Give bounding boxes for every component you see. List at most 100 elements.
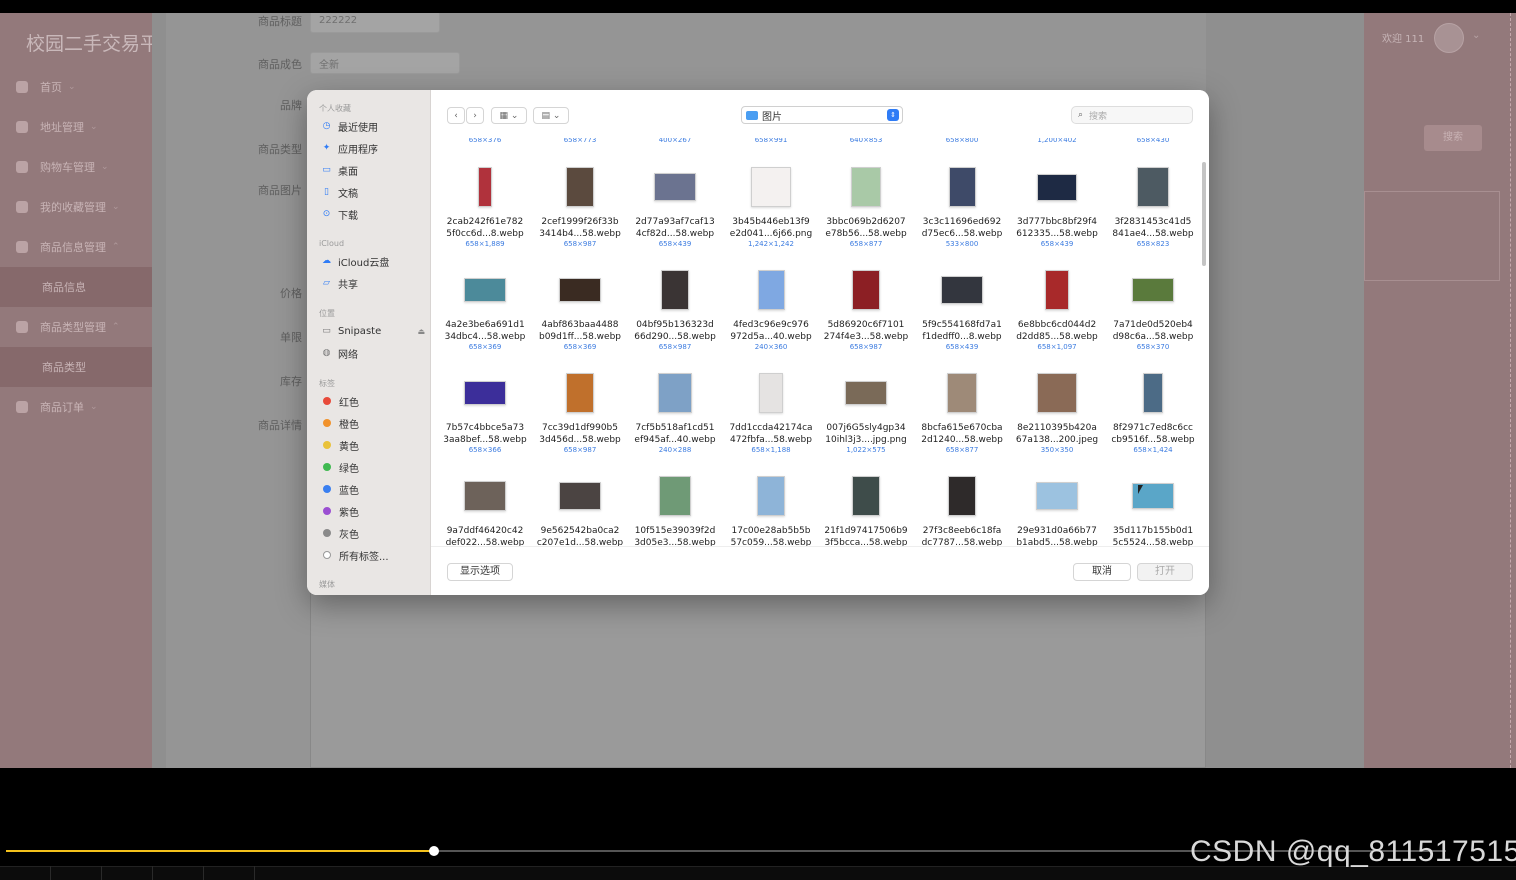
- form-label: 品牌: [280, 99, 302, 112]
- file-item[interactable]: 7a71de0d520eb4 d98c6a...58.webp 658×370: [1105, 265, 1201, 365]
- search-button[interactable]: 搜索: [1424, 125, 1482, 151]
- file-item[interactable]: 3b45b446eb13f9 e2d041...6j66.png 1,242×1,2…: [723, 162, 819, 262]
- file-thumbnail: [1105, 368, 1201, 418]
- sidebar-tag-orange[interactable]: 橙色: [321, 415, 425, 431]
- file-item[interactable]: 7cc39d1df990b5 3d456d...58.webp 658×987: [532, 368, 628, 468]
- file-item[interactable]: 8bcfa615e670cba 2d1240...58.webp 658×877: [914, 368, 1010, 468]
- file-thumbnail: [723, 368, 819, 418]
- sidebar-item-desktop[interactable]: ▭ 桌面: [321, 162, 425, 178]
- nav-subitem-goods-info[interactable]: 商品信息: [0, 267, 152, 307]
- nav-item-favorites[interactable]: 我的收藏管理 ⌄: [0, 187, 152, 227]
- file-name: 04bf95b136323d 66d290...58.webp: [627, 319, 723, 343]
- eject-icon[interactable]: ⏏: [417, 327, 425, 336]
- file-item[interactable]: 2d77a93af7caf13 4cf82d...58.webp 658×439: [627, 162, 723, 262]
- sidebar-tag-all[interactable]: 所有标签...: [321, 547, 425, 563]
- file-name: 3bbc069b2d6207 e78b56...58.webp: [818, 216, 914, 240]
- file-item[interactable]: 4abf863baa4488 b09d1ff...58.webp 658×369: [532, 265, 628, 365]
- nav-item-address[interactable]: 地址管理 ⌄: [0, 107, 152, 147]
- nav-item-goods-type[interactable]: 商品类型管理 ⌃: [0, 307, 152, 347]
- file-item[interactable]: 7b57c4bbce5a73 3aa8bef...58.webp 658×366: [437, 368, 533, 468]
- file-item[interactable]: 4a2e3be6a691d1 34dbc4...58.webp 658×369: [437, 265, 533, 365]
- nav-item-goods-info[interactable]: 商品信息管理 ⌃: [0, 227, 152, 267]
- sidebar-tag-gray[interactable]: 灰色: [321, 525, 425, 541]
- sidebar-tag-yellow[interactable]: 黄色: [321, 437, 425, 453]
- sidebar-item-snipaste[interactable]: ▭ Snipaste ⏏: [321, 323, 425, 339]
- show-options-button[interactable]: 显示选项: [447, 563, 513, 581]
- image-thumbnail-icon: [658, 373, 692, 413]
- file-item[interactable]: 007j6G5sly4gp34 10ihl3j3....jpg.png 1,022×…: [818, 368, 914, 468]
- file-name: 27f3c8eeb6c18fa dc7787...58.webp: [914, 525, 1010, 546]
- image-thumbnail-icon: [948, 167, 976, 207]
- location-popup[interactable]: 图片 ⇕: [741, 106, 903, 124]
- file-item[interactable]: 29e931d0a66b77 b1abd5...58.webp: [1009, 471, 1105, 546]
- nav-item-cart[interactable]: 购物车管理 ⌄: [0, 147, 152, 187]
- file-item[interactable]: 6e8bbc6cd044d2 d2dd85...58.webp 658×1,097: [1009, 265, 1105, 365]
- file-item[interactable]: 27f3c8eeb6c18fa dc7787...58.webp: [914, 471, 1010, 546]
- file-item[interactable]: 5f9c554168fd7a1 f1dedff0...8.webp 658×439: [914, 265, 1010, 365]
- sidebar-tag-green[interactable]: 绿色: [321, 459, 425, 475]
- sidebar-item-documents[interactable]: ▯ 文稿: [321, 184, 425, 200]
- chevron-down-icon[interactable]: ⌄: [1472, 30, 1480, 41]
- sidebar-item-recents[interactable]: ◷ 最近使用: [321, 118, 425, 134]
- sidebar-item-downloads[interactable]: ⊙ 下载: [321, 206, 425, 222]
- file-name: 2cab242f61e782 5f0cc6d...8.webp: [437, 216, 533, 240]
- file-item[interactable]: 3f2831453c41d5 841ae4...58.webp 658×823: [1105, 162, 1201, 262]
- file-item[interactable]: 2cab242f61e782 5f0cc6d...8.webp 658×1,889: [437, 162, 533, 262]
- chevron-down-icon: ⌄: [101, 162, 109, 172]
- file-item[interactable]: 3c3c11696ed692 d75ec6...58.webp 533×800: [914, 162, 1010, 262]
- sidebar-item-label: 下载: [338, 210, 358, 222]
- file-thumbnail: [818, 162, 914, 212]
- nav-item-orders[interactable]: 商品订单 ⌄: [0, 387, 152, 427]
- file-item[interactable]: 04bf95b136323d 66d290...58.webp 658×987: [627, 265, 723, 365]
- scrollbar[interactable]: [1202, 162, 1206, 266]
- nav-label: 首页: [40, 81, 62, 94]
- nav-item-home[interactable]: 首页 ⌄: [0, 67, 152, 107]
- file-item[interactable]: 8f2971c7ed8c6cc cb9516f...58.webp 658×1,42…: [1105, 368, 1201, 468]
- avatar[interactable]: [1434, 23, 1464, 53]
- nav-label: 商品信息: [42, 281, 86, 294]
- file-item[interactable]: 3bbc069b2d6207 e78b56...58.webp 658×877: [818, 162, 914, 262]
- file-item[interactable]: 2cef1999f26f33b 3414b4...58.webp 658×987: [532, 162, 628, 262]
- file-item[interactable]: 4fed3c96e9c976 972d5a...40.webp 240×360: [723, 265, 819, 365]
- image-thumbnail-icon: [1132, 278, 1174, 302]
- forward-button[interactable]: ›: [466, 107, 484, 124]
- file-thumbnail: [723, 162, 819, 212]
- nav-subitem-goods-type[interactable]: 商品类型: [0, 347, 152, 387]
- sidebar-item-applications[interactable]: ✦ 应用程序: [321, 140, 425, 156]
- back-button[interactable]: ‹: [447, 107, 465, 124]
- file-item[interactable]: 5d86920c6f7101 274f4e3...58.webp 658×987: [818, 265, 914, 365]
- view-mode-button[interactable]: ▦ ⌄: [491, 107, 527, 124]
- file-item[interactable]: 17c00e28ab5b5b 57c059...58.webp: [723, 471, 819, 546]
- sidebar-item-network[interactable]: ◍ 网络: [321, 345, 425, 361]
- detail-editor[interactable]: [310, 591, 1206, 768]
- file-name-line: 3c3c11696ed692: [922, 217, 1002, 227]
- sidebar-tag-purple[interactable]: 紫色: [321, 503, 425, 519]
- file-name-line: 10ihl3j3....jpg.png: [825, 435, 907, 445]
- open-button[interactable]: 打开: [1137, 563, 1193, 581]
- sidebar-item-icloud-drive[interactable]: ☁ iCloud云盘: [321, 253, 425, 269]
- sidebar-tag-red[interactable]: 红色: [321, 393, 425, 409]
- file-item[interactable]: 9e562542ba0ca2 c207e1d...58.webp: [532, 471, 628, 546]
- sidebar-heading-media: 媒体: [319, 580, 335, 589]
- condition-select[interactable]: 全新: [310, 52, 460, 74]
- group-button[interactable]: ▤ ⌄: [533, 107, 569, 124]
- sidebar-item-label: Snipaste: [338, 325, 382, 337]
- sidebar-tag-blue[interactable]: 蓝色: [321, 481, 425, 497]
- sidebar-item-shared[interactable]: ▱ 共享: [321, 275, 425, 291]
- progress-handle[interactable]: [429, 846, 439, 856]
- file-name-line: e78b56...58.webp: [825, 229, 907, 239]
- file-item[interactable]: 9a7ddf46420c42 def022...58.webp: [437, 471, 533, 546]
- file-item[interactable]: 8e2110395b420a 67a138...200.jpeg 350×350: [1009, 368, 1105, 468]
- file-name-line: 5c5524...58.webp: [1112, 538, 1194, 546]
- file-thumbnail: [914, 265, 1010, 315]
- cancel-button[interactable]: 取消: [1073, 563, 1131, 581]
- sidebar-item-label: 网络: [338, 349, 358, 361]
- file-item[interactable]: 7dd1ccda42174ca 472fbfa...58.webp 658×1,18…: [723, 368, 819, 468]
- title-input[interactable]: 222222: [310, 13, 440, 33]
- search-field[interactable]: ⌕ 搜索: [1071, 106, 1193, 124]
- file-item[interactable]: 35d117b155b0d1 5c5524...58.webp: [1105, 471, 1201, 546]
- file-item[interactable]: 21f1d97417506b9 3f5bcca...58.webp: [818, 471, 914, 546]
- file-item[interactable]: 7cf5b518af1cd51 ef945af...40.webp 240×288: [627, 368, 723, 468]
- file-item[interactable]: 3d777bbc8bf29f4 612335...58.webp 658×439: [1009, 162, 1105, 262]
- file-item[interactable]: 10f515e39039f2d 3d05e3...58.webp: [627, 471, 723, 546]
